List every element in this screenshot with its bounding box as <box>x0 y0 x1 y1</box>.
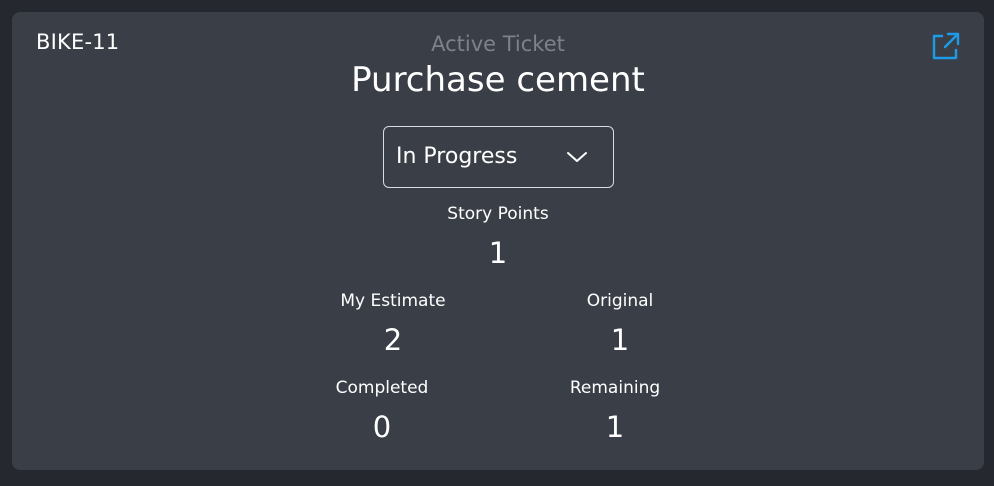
remaining-label: Remaining <box>569 378 661 398</box>
active-ticket-card: BIKE-11 Active Ticket Purchase cement In… <box>12 12 984 470</box>
card-subtitle: Active Ticket <box>431 32 565 56</box>
story-points-value: 1 <box>488 236 508 270</box>
story-points-stat: Story Points 1 <box>398 203 598 271</box>
remaining-value: 1 <box>605 410 625 444</box>
my-estimate-value: 2 <box>383 323 403 357</box>
completed-stat: Completed 0 <box>282 377 482 445</box>
status-value: In Progress <box>396 144 518 169</box>
my-estimate-label: My Estimate <box>340 291 446 311</box>
completed-label: Completed <box>335 378 429 398</box>
story-points-label: Story Points <box>447 204 549 224</box>
original-stat: Original 1 <box>520 290 720 358</box>
original-value: 1 <box>610 323 630 357</box>
original-label: Original <box>586 291 654 311</box>
chevron-down-icon <box>567 152 587 162</box>
completed-value: 0 <box>372 410 392 444</box>
status-dropdown[interactable]: In Progress <box>383 126 614 188</box>
remaining-stat: Remaining 1 <box>515 377 715 445</box>
ticket-title: Purchase cement <box>351 60 645 100</box>
my-estimate-stat: My Estimate 2 <box>293 290 493 358</box>
